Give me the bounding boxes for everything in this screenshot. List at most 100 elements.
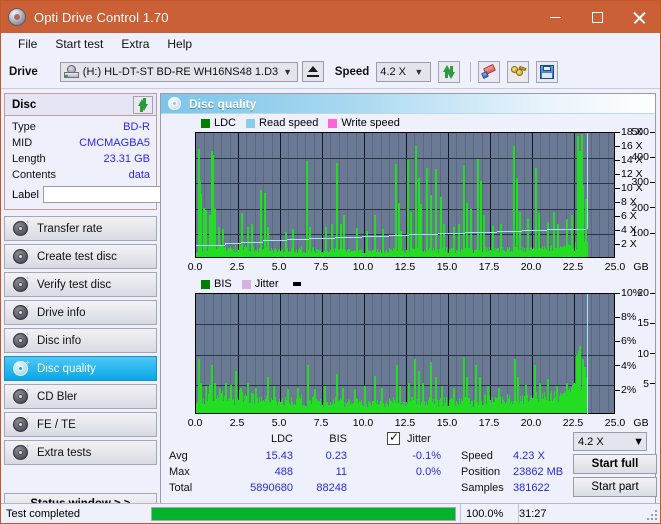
bis-chart-xunit: GB bbox=[633, 417, 649, 429]
scale-marker-icon bbox=[292, 282, 301, 286]
drive-select[interactable]: (H:) HL-DT-ST BD-RE WH16NS48 1.D3 ▼ bbox=[59, 61, 298, 82]
disc-refresh-button[interactable] bbox=[133, 95, 153, 114]
disc-panel-header: Disc bbox=[5, 94, 156, 116]
content-area: Disc quality LDC Read speed Write speed bbox=[160, 89, 660, 519]
disc-icon bbox=[13, 332, 30, 348]
bis-chart-xtick: 0.0 bbox=[187, 417, 203, 429]
legend-label-jitter: Jitter bbox=[254, 278, 279, 290]
main-body: Disc Type BD-R MID CMCMAGBA5 Length 23.3… bbox=[1, 89, 660, 519]
disc-quality-icon bbox=[168, 97, 181, 110]
disc-mid-value: CMCMAGBA5 bbox=[79, 137, 150, 149]
sidebar-item-extra-tests[interactable]: Extra tests bbox=[4, 440, 157, 465]
sidebar-item-fe-te[interactable]: FE / TE bbox=[4, 412, 157, 437]
statistics-area: LDC BIS Jitter Avg 15.43 0.23 -0.1% Max … bbox=[161, 430, 657, 497]
ldc-chart-xtick: 0.0 bbox=[187, 261, 203, 273]
menu-bar: File Start test Extra Help bbox=[1, 33, 660, 55]
ldc-legend: LDC Read speed Write speed bbox=[161, 116, 655, 130]
keys-icon bbox=[510, 65, 527, 78]
erase-button[interactable] bbox=[478, 60, 501, 83]
disc-icon bbox=[13, 248, 30, 264]
disc-label-row: Label bbox=[12, 185, 245, 204]
menu-item-file[interactable]: File bbox=[9, 35, 46, 53]
sidebar-item-disc-quality[interactable]: Disc quality bbox=[4, 356, 157, 381]
bis-chart-xtick: 15.0 bbox=[436, 417, 458, 429]
bis-chart-xtick: 25.0 bbox=[604, 417, 626, 429]
speed-stat-label: Speed bbox=[461, 450, 493, 462]
close-button[interactable] bbox=[618, 1, 660, 33]
refresh-icon bbox=[137, 97, 149, 112]
bis-chart-xtick: 20.0 bbox=[520, 417, 542, 429]
menu-item-start-test[interactable]: Start test bbox=[46, 35, 112, 53]
disc-icon bbox=[13, 304, 30, 320]
menu-item-help[interactable]: Help bbox=[158, 35, 201, 53]
bis-chart-y2tick: 4% bbox=[615, 360, 636, 372]
disc-panel-title: Disc bbox=[12, 98, 37, 111]
disc-icon bbox=[13, 276, 30, 292]
sidebar-item-create-test-disc[interactable]: Create test disc bbox=[4, 244, 157, 269]
stats-row-max-label: Max bbox=[169, 466, 190, 478]
stats-avg-ldc: 15.43 bbox=[265, 450, 293, 462]
resize-grip-icon[interactable] bbox=[647, 510, 657, 520]
bis-chart-xtick: 17.5 bbox=[478, 417, 500, 429]
drive-select-value: (H:) HL-DT-ST BD-RE WH16NS48 1.D3 bbox=[82, 65, 279, 78]
sidebar-item-verify-test-disc[interactable]: Verify test disc bbox=[4, 272, 157, 297]
ldc-chart-y2tick: 4 X bbox=[615, 224, 637, 236]
disc-type-value: BD-R bbox=[123, 121, 150, 133]
legend-label-bis: BIS bbox=[214, 278, 232, 290]
sidebar-item-label: Disc info bbox=[37, 334, 82, 347]
ldc-chart-y2tick: 8 X bbox=[615, 196, 637, 208]
stats-col-bis: BIS bbox=[329, 433, 347, 445]
ldc-plot-area[interactable]: 100 200 300 400 500 2 X4 X6 X8 X 10 X 12 X 14 X1… bbox=[161, 126, 655, 275]
legend-swatch-read-speed bbox=[246, 118, 256, 128]
ldc-chart-xtick: 22.5 bbox=[562, 261, 584, 273]
legend-label-ldc: LDC bbox=[214, 117, 237, 129]
jitter-checkbox[interactable] bbox=[387, 430, 400, 445]
start-part-button[interactable]: Start part bbox=[573, 477, 657, 497]
save-button[interactable] bbox=[536, 60, 559, 83]
drive-toolbar: Drive (H:) HL-DT-ST BD-RE WH16NS48 1.D3 … bbox=[1, 55, 660, 89]
sidebar-item-transfer-rate[interactable]: Transfer rate bbox=[4, 216, 157, 241]
legend-swatch-jitter bbox=[241, 279, 251, 289]
eraser-icon bbox=[480, 64, 497, 79]
sidebar-item-cd-bler[interactable]: CD Bler bbox=[4, 384, 157, 409]
disc-row-contents: Contents data bbox=[12, 167, 150, 183]
ldc-chart-canvas bbox=[195, 132, 615, 258]
disc-row-length: Length 23.31 GB bbox=[12, 151, 150, 167]
speed-select[interactable]: 4.2 X ▼ bbox=[376, 61, 432, 82]
keys-button[interactable] bbox=[507, 60, 530, 83]
ldc-chart-xtick: 2.5 bbox=[229, 261, 245, 273]
menu-item-extra[interactable]: Extra bbox=[112, 35, 158, 53]
drive-label: Drive bbox=[9, 65, 38, 78]
sidebar-item-label: CD Bler bbox=[37, 390, 78, 403]
disc-mid-label: MID bbox=[12, 137, 33, 149]
status-message: Test completed bbox=[6, 507, 80, 520]
stats-row-avg-label: Avg bbox=[169, 450, 188, 462]
window-title: Opti Drive Control 1.70 bbox=[34, 9, 169, 25]
test-speed-select[interactable]: 4.2 X ▼ bbox=[573, 432, 647, 451]
chevron-down-icon: ▼ bbox=[283, 66, 293, 77]
ldc-chart-xtick: 20.0 bbox=[520, 261, 542, 273]
disc-icon bbox=[13, 416, 30, 432]
stats-avg-jitter: -0.1% bbox=[412, 450, 441, 462]
stats-avg-bis: 0.23 bbox=[325, 450, 347, 462]
disc-icon bbox=[13, 444, 30, 460]
eject-icon bbox=[306, 66, 319, 77]
maximize-button[interactable] bbox=[576, 1, 618, 33]
speed-label: Speed bbox=[334, 65, 370, 78]
refresh-button[interactable] bbox=[438, 60, 461, 83]
minimize-button[interactable] bbox=[534, 1, 576, 33]
bis-plot-area[interactable]: 5 10 15 20 2% 4% 6% 8% 10% 0.0 2.5 5.0 7.5 10.0 12.5 15… bbox=[161, 287, 655, 431]
start-full-button[interactable]: Start full bbox=[573, 454, 657, 474]
maximize-icon bbox=[591, 11, 603, 23]
sidebar-item-disc-info[interactable]: Disc info bbox=[4, 328, 157, 353]
disc-length-value: 23.31 GB bbox=[103, 153, 150, 165]
bis-chart-y2tick: 10% bbox=[615, 287, 642, 299]
position-stat-label: Position bbox=[461, 466, 501, 478]
eject-button[interactable] bbox=[301, 61, 324, 82]
sidebar-item-drive-info[interactable]: Drive info bbox=[4, 300, 157, 325]
sidebar-item-label: Extra tests bbox=[37, 446, 92, 459]
elapsed-time: 31:27 bbox=[518, 503, 660, 523]
disc-length-label: Length bbox=[12, 153, 46, 165]
ldc-chart-xtick: 10.0 bbox=[352, 261, 374, 273]
